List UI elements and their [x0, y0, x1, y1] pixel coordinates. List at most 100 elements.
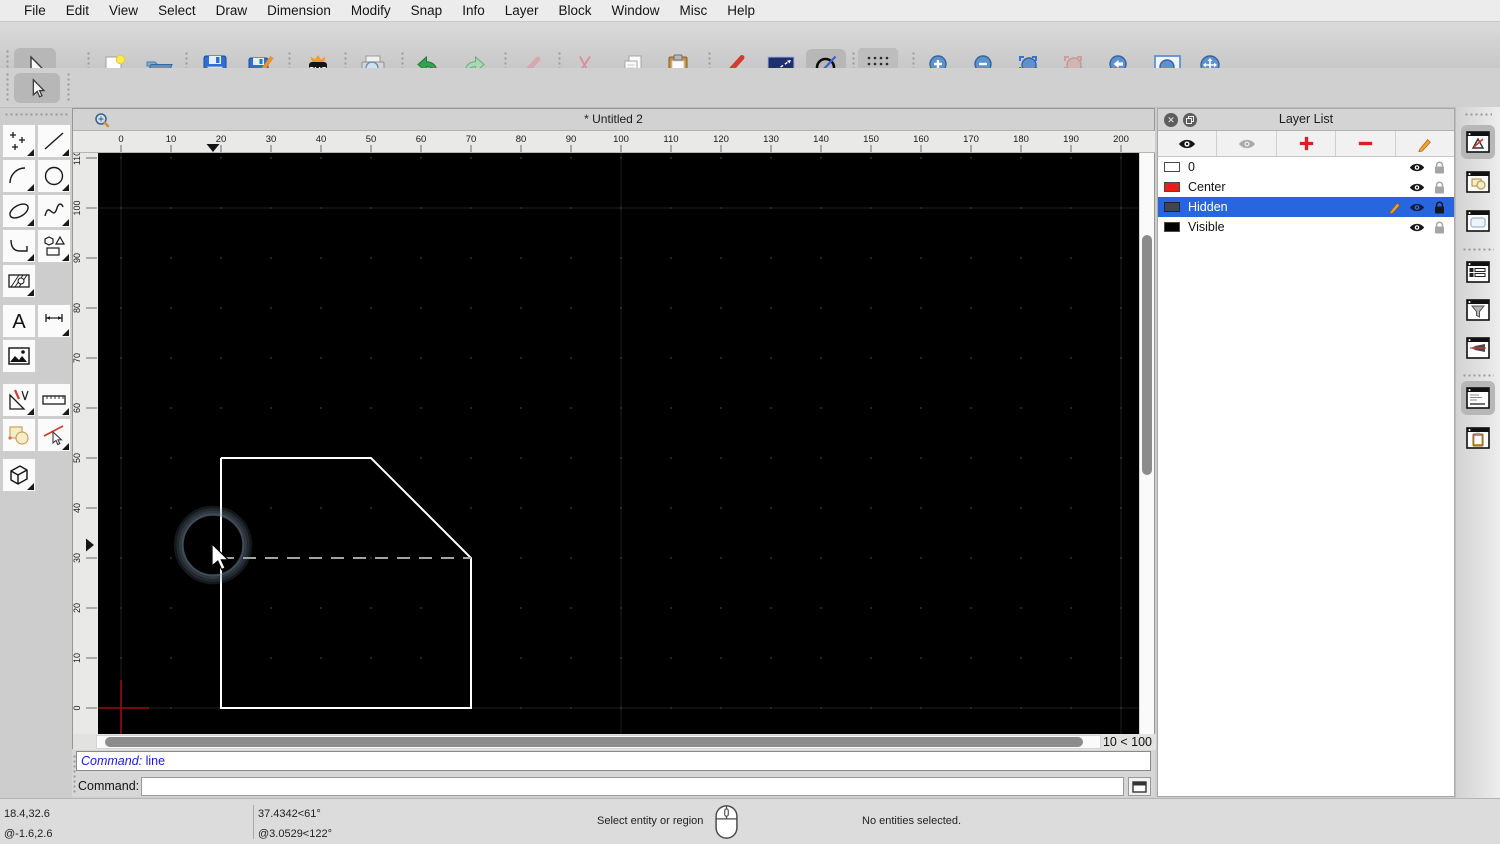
dock-toolbar-separator	[1462, 247, 1494, 252]
document-icon	[94, 112, 110, 128]
svg-text:130: 130	[763, 134, 779, 145]
toolbar-separator	[66, 72, 71, 102]
float-panel-button[interactable]	[1183, 113, 1197, 127]
lock-icon	[1434, 221, 1445, 234]
toolbar-handle[interactable]	[5, 72, 10, 102]
menu-help[interactable]: Help	[717, 3, 765, 18]
menu-window[interactable]: Window	[602, 3, 670, 18]
command-history: Command: line	[76, 751, 1151, 771]
clipboard-dock-button[interactable]	[1461, 421, 1495, 455]
layer-visibility-toggle[interactable]	[1406, 162, 1428, 173]
solids-tool-button[interactable]	[2, 458, 36, 492]
entity-list-dock-button[interactable]	[1461, 255, 1495, 289]
svg-text:0: 0	[118, 134, 123, 145]
menu-file[interactable]: File	[14, 3, 56, 18]
layer-edit-indicator[interactable]	[1384, 200, 1406, 214]
measure-tool-button[interactable]	[37, 383, 71, 417]
selection-tools-button[interactable]	[2, 418, 36, 452]
layer-lock-toggle[interactable]	[1428, 201, 1450, 214]
menu-snap[interactable]: Snap	[401, 3, 453, 18]
hide-all-layers-button[interactable]	[1217, 131, 1276, 156]
layer-lock-toggle[interactable]	[1428, 181, 1450, 194]
menu-view[interactable]: View	[99, 3, 148, 18]
svg-text:70: 70	[466, 134, 477, 145]
layer-lock-toggle[interactable]	[1428, 221, 1450, 234]
edit-layer-button[interactable]	[1396, 131, 1454, 156]
svg-text:200: 200	[1113, 134, 1129, 145]
menu-block[interactable]: Block	[549, 3, 602, 18]
add-layer-button[interactable]	[1277, 131, 1336, 156]
svg-text:80: 80	[516, 134, 527, 145]
relative-polar-coordinates: @3.0529<122°	[258, 828, 332, 840]
splines-tool-button[interactable]	[37, 194, 71, 228]
layer-list-dock-button[interactable]	[1461, 125, 1495, 159]
svg-text:20: 20	[216, 134, 227, 145]
hatch-tool-button[interactable]	[2, 264, 36, 298]
layer-visibility-toggle[interactable]	[1406, 202, 1428, 213]
svg-text:190: 190	[1063, 134, 1079, 145]
dock-toolbar-separator	[1462, 373, 1494, 378]
menu-layer[interactable]: Layer	[495, 3, 549, 18]
menu-modify[interactable]: Modify	[341, 3, 401, 18]
text-tool-button[interactable]: A	[2, 304, 36, 338]
remove-layer-button[interactable]	[1336, 131, 1395, 156]
show-all-layers-button[interactable]	[1158, 131, 1217, 156]
dock-toolbar-handle[interactable]	[1464, 112, 1492, 117]
menu-misc[interactable]: Misc	[670, 3, 718, 18]
command-line-dock-button[interactable]	[1461, 381, 1495, 415]
horizontal-scrollbar-thumb[interactable]	[105, 737, 1083, 747]
minus-icon	[1358, 136, 1373, 151]
document-titlebar[interactable]: * Untitled 2	[73, 109, 1154, 131]
svg-text:60: 60	[73, 403, 82, 413]
arcs-tool-button[interactable]	[2, 159, 36, 193]
info-tools-button[interactable]	[37, 418, 71, 452]
pen-palette-dock-icon	[1465, 336, 1491, 360]
layer-row-hidden[interactable]: Hidden	[1158, 197, 1454, 217]
tool-options-toolbar	[0, 68, 1500, 108]
selection-shapes-icon	[6, 422, 32, 448]
layer-lock-toggle[interactable]	[1428, 161, 1450, 174]
dimensions-tool-button[interactable]	[37, 304, 71, 338]
horizontal-ruler: 0102030405060708090100110120130140150160…	[98, 131, 1155, 153]
eye-icon	[1409, 222, 1425, 233]
library-browser-dock-button[interactable]	[1461, 204, 1495, 238]
menu-edit[interactable]: Edit	[56, 3, 99, 18]
pen-palette-dock-button[interactable]	[1461, 331, 1495, 365]
selection-filter-dock-button[interactable]	[1461, 293, 1495, 327]
menu-draw[interactable]: Draw	[206, 3, 258, 18]
svg-text:120: 120	[713, 134, 729, 145]
layer-row-center[interactable]: Center	[1158, 177, 1454, 197]
drawing-canvas[interactable]	[98, 153, 1139, 734]
ellipses-tool-button[interactable]	[2, 194, 36, 228]
svg-text:10: 10	[166, 134, 177, 145]
layer-row-visible[interactable]: Visible	[1158, 217, 1454, 237]
close-panel-button[interactable]: ✕	[1164, 113, 1178, 127]
lines-tool-button[interactable]	[37, 124, 71, 158]
points-icon	[6, 128, 32, 154]
command-input[interactable]	[141, 777, 1124, 796]
document-title: * Untitled 2	[73, 109, 1154, 130]
menu-select[interactable]: Select	[148, 3, 206, 18]
layer-visibility-toggle[interactable]	[1406, 222, 1428, 233]
horizontal-scrollbar[interactable]	[96, 735, 1101, 749]
circles-tool-button[interactable]	[37, 159, 71, 193]
vertical-scrollbar-thumb[interactable]	[1142, 235, 1152, 475]
menu-info[interactable]: Info	[452, 3, 495, 18]
layer-panel-titlebar[interactable]: ✕ Layer List	[1158, 109, 1454, 131]
selection-mode-button[interactable]	[14, 73, 60, 103]
palette-handle[interactable]	[4, 112, 68, 117]
block-list-dock-button[interactable]	[1461, 165, 1495, 199]
pencil-icon	[1388, 200, 1402, 214]
image-tool-button[interactable]	[2, 339, 36, 373]
layer-visibility-toggle[interactable]	[1406, 182, 1428, 193]
command-window-toggle-button[interactable]	[1128, 777, 1151, 796]
modify-tools-button[interactable]	[2, 383, 36, 417]
menu-dimension[interactable]: Dimension	[257, 3, 341, 18]
svg-text:80: 80	[73, 303, 82, 313]
layer-row-0[interactable]: 0	[1158, 157, 1454, 177]
svg-text:150: 150	[863, 134, 879, 145]
polylines-tool-button[interactable]	[2, 229, 36, 263]
points-tool-button[interactable]	[2, 124, 36, 158]
shapes-tool-button[interactable]	[37, 229, 71, 263]
vertical-scrollbar[interactable]	[1139, 153, 1154, 734]
